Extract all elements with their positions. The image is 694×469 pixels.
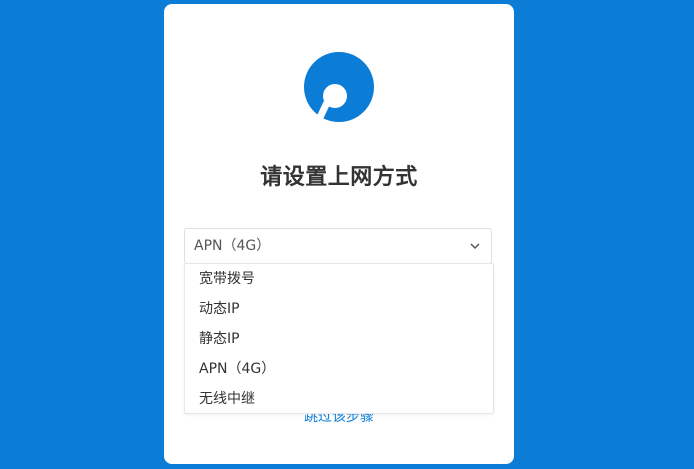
option-apn-4g[interactable]: APN（4G）: [185, 354, 493, 384]
option-dynamic-ip[interactable]: 动态IP: [185, 294, 493, 324]
connection-type-select[interactable]: APN（4G）: [184, 228, 492, 264]
chevron-down-icon: [470, 243, 480, 250]
connection-type-dropdown: 宽带拨号 动态IP 静态IP APN（4G） 无线中继: [184, 263, 494, 414]
option-pppoe[interactable]: 宽带拨号: [185, 264, 493, 294]
page-title: 请设置上网方式: [260, 165, 418, 190]
option-static-ip[interactable]: 静态IP: [185, 324, 493, 354]
option-wireless-relay[interactable]: 无线中继: [185, 384, 493, 414]
setup-card: 请设置上网方式 APN（4G） 宽带拨号 动态IP 静态IP APN（4G） 无…: [164, 4, 514, 464]
select-value: APN（4G）: [194, 238, 271, 254]
router-logo-icon: [304, 52, 374, 122]
